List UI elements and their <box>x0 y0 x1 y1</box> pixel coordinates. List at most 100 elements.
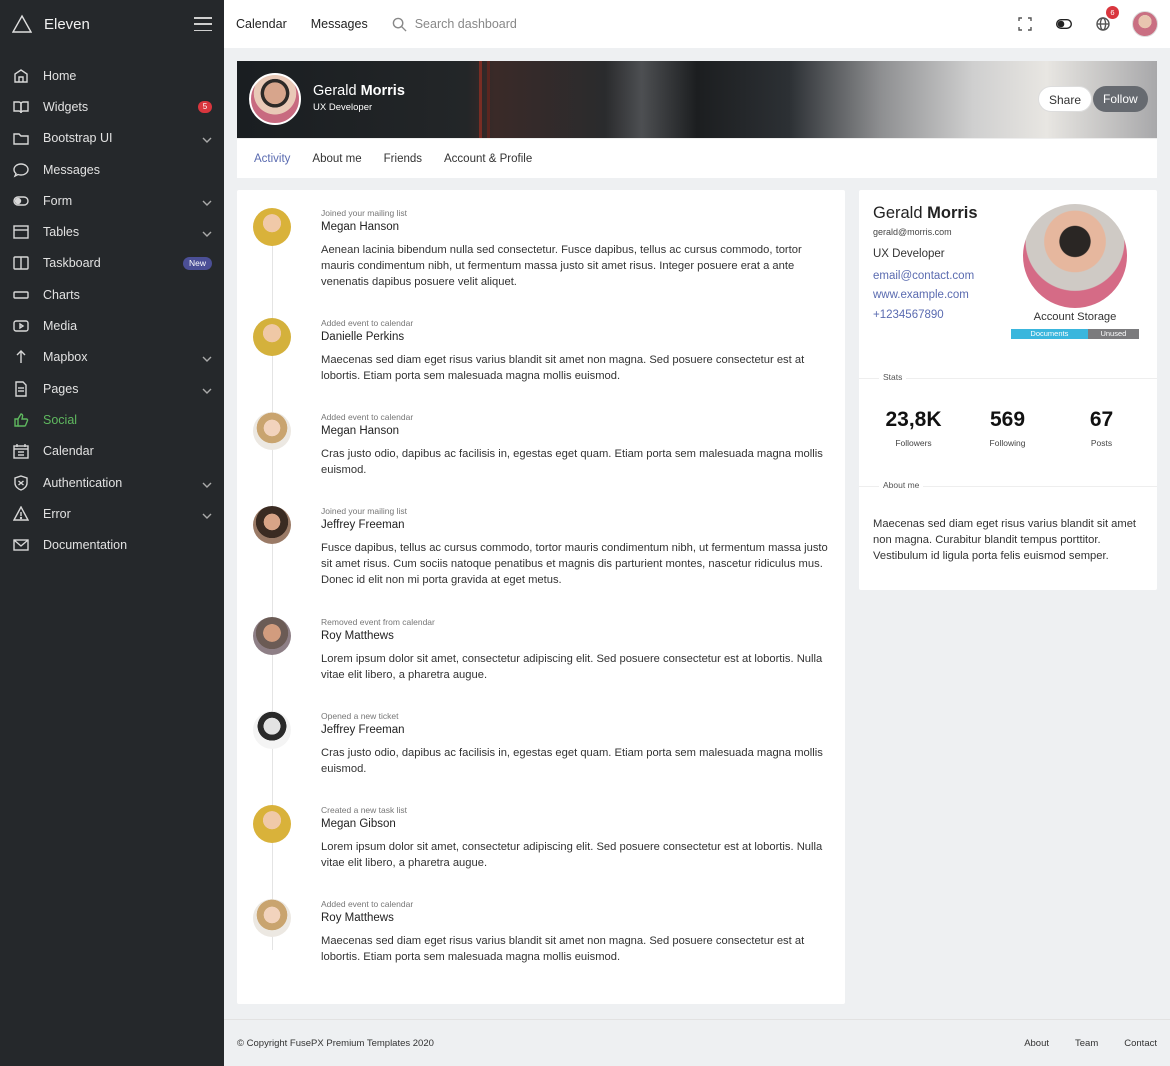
activity-feed: Joined your mailing list Megan Hanson Aene… <box>237 190 845 1004</box>
activity-text: Lorem ipsum dolor sit amet, consectetur … <box>321 841 823 869</box>
phone-link[interactable]: +1234567890 <box>873 309 944 321</box>
sidebar-item-tables[interactable]: Tables <box>0 216 224 247</box>
sidebar-item-calendar[interactable]: Calendar <box>0 436 224 467</box>
chevron-down-icon <box>202 509 212 519</box>
activity-text: Maecenas sed diam eget risus varius blan… <box>321 354 805 382</box>
stat-followers: 23,8K Followers <box>866 408 961 448</box>
activity-meta: Created a new task list <box>321 805 407 815</box>
footer-link-about[interactable]: About <box>1024 1038 1049 1049</box>
sidebar-item-charts[interactable]: Charts <box>0 279 224 310</box>
sidebar-item-documentation[interactable]: Documentation <box>0 529 224 560</box>
activity-user[interactable]: Megan Gibson <box>321 818 396 830</box>
chevron-down-icon <box>202 384 212 394</box>
top-link-messages[interactable]: Messages <box>311 17 368 31</box>
about-text: Maecenas sed diam eget risus varius blan… <box>873 518 1137 562</box>
activity-text: Cras justo odio, dapibus ac facilisis in… <box>321 747 823 775</box>
top-link-calendar[interactable]: Calendar <box>236 17 287 31</box>
activity-user[interactable]: Megan Hanson <box>321 425 399 437</box>
activity-avatar[interactable] <box>253 711 291 749</box>
activity-avatar[interactable] <box>253 318 291 356</box>
activity-user[interactable]: Megan Hanson <box>321 221 399 233</box>
sidebar-item-media[interactable]: Media <box>0 310 224 341</box>
activity-avatar[interactable] <box>253 899 291 937</box>
topbar-icons: 6 <box>996 6 1158 37</box>
sidebar-item-widgets[interactable]: Widgets 5 <box>0 91 224 122</box>
sidebar: Eleven Home Widgets 5 Bootstrap UI Messages F… <box>0 0 224 1066</box>
activity-meta: Added event to calendar <box>321 318 414 328</box>
tab-about-me[interactable]: About me <box>312 153 361 165</box>
chevron-down-icon <box>202 227 212 238</box>
activity-user[interactable]: Roy Matthews <box>321 630 394 642</box>
activity-meta: Added event to calendar <box>321 412 414 422</box>
triangle-logo-icon <box>12 14 32 33</box>
footer-link-contact[interactable]: Contact <box>1124 1038 1157 1049</box>
sidebar-item-label: Charts <box>43 287 80 302</box>
user-avatar[interactable] <box>1132 11 1158 37</box>
activity-avatar[interactable] <box>253 412 291 450</box>
stat-label: Followers <box>895 438 932 448</box>
chevron-down-icon <box>202 133 212 144</box>
play-icon <box>12 317 30 335</box>
search-input[interactable] <box>414 17 615 31</box>
stats-section-head: Stats <box>859 372 1157 384</box>
website-link[interactable]: www.example.com <box>873 289 969 301</box>
stat-label: Posts <box>1090 438 1113 448</box>
book-icon <box>12 98 30 116</box>
activity-user[interactable]: Jeffrey Freeman <box>321 724 405 736</box>
card-role: UX Developer <box>873 248 945 260</box>
warning-icon <box>12 505 30 523</box>
sidebar-item-label: Error <box>43 506 71 521</box>
sidebar-item-label: Documentation <box>43 538 128 553</box>
share-button[interactable]: Share <box>1038 86 1093 112</box>
sidebar-item-label: Messages <box>43 162 100 177</box>
sidebar-item-error[interactable]: Error <box>0 498 224 529</box>
chevron-down-icon <box>202 478 212 488</box>
profile-role: UX Developer <box>313 102 373 113</box>
fullscreen-icon[interactable] <box>1015 14 1035 34</box>
activity-meta: Opened a new ticket <box>321 711 399 721</box>
stats-title: Stats <box>879 372 907 382</box>
menu-toggle-icon[interactable] <box>194 17 212 31</box>
stat-value: 23,8K <box>885 408 942 431</box>
sidebar-item-messages[interactable]: Messages <box>0 154 224 185</box>
theme-toggle-icon[interactable] <box>1054 14 1074 34</box>
tab-account-profile[interactable]: Account & Profile <box>444 153 532 165</box>
contact-email-link[interactable]: email@contact.com <box>873 270 974 282</box>
globe-icon[interactable]: 6 <box>1093 6 1119 34</box>
chevron-down-icon <box>202 196 212 206</box>
sidebar-item-form[interactable]: Form <box>0 185 224 216</box>
activity-text: Aenean lacinia bibendum nulla sed consec… <box>321 244 802 288</box>
sidebar-item-authentication[interactable]: Authentication <box>0 467 224 498</box>
sidebar-item-bootstrap-ui[interactable]: Bootstrap UI <box>0 123 224 154</box>
activity-user[interactable]: Jeffrey Freeman <box>321 519 405 531</box>
sidebar-badge: New <box>182 256 212 270</box>
sidebar-item-label: Form <box>43 193 73 208</box>
sidebar-item-label: Calendar <box>43 444 94 459</box>
sidebar-badge: 5 <box>198 100 212 113</box>
activity-user[interactable]: Danielle Perkins <box>321 331 404 343</box>
tab-friends[interactable]: Friends <box>384 153 422 165</box>
footer-link-team[interactable]: Team <box>1075 1038 1098 1049</box>
storage-label: Account Storage <box>1033 311 1117 323</box>
tab-activity[interactable]: Activity <box>254 153 290 165</box>
sidebar-item-home[interactable]: Home <box>0 60 224 91</box>
storage-documents-segment: Documents <box>1011 329 1088 339</box>
search-icon <box>392 17 407 32</box>
activity-avatar[interactable] <box>253 506 291 544</box>
page-icon <box>12 380 30 398</box>
sidebar-item-label: Widgets <box>43 99 89 114</box>
thumb-up-icon <box>12 411 30 429</box>
activity-user[interactable]: Roy Matthews <box>321 912 394 924</box>
profile-card: Gerald Morris gerald@morris.com UX Devel… <box>859 190 1157 590</box>
sidebar-item-social[interactable]: Social <box>0 404 224 435</box>
activity-avatar[interactable] <box>253 208 291 246</box>
activity-avatar[interactable] <box>253 805 291 843</box>
sidebar-item-mapbox[interactable]: Mapbox <box>0 342 224 373</box>
activity-meta: Added event to calendar <box>321 899 414 909</box>
sidebar-item-label: Media <box>43 319 78 334</box>
activity-avatar[interactable] <box>253 617 291 655</box>
card-name: Gerald Morris <box>873 204 978 222</box>
sidebar-item-taskboard[interactable]: Taskboard New <box>0 248 224 279</box>
follow-button[interactable]: Follow <box>1093 86 1148 112</box>
sidebar-item-pages[interactable]: Pages <box>0 373 224 404</box>
